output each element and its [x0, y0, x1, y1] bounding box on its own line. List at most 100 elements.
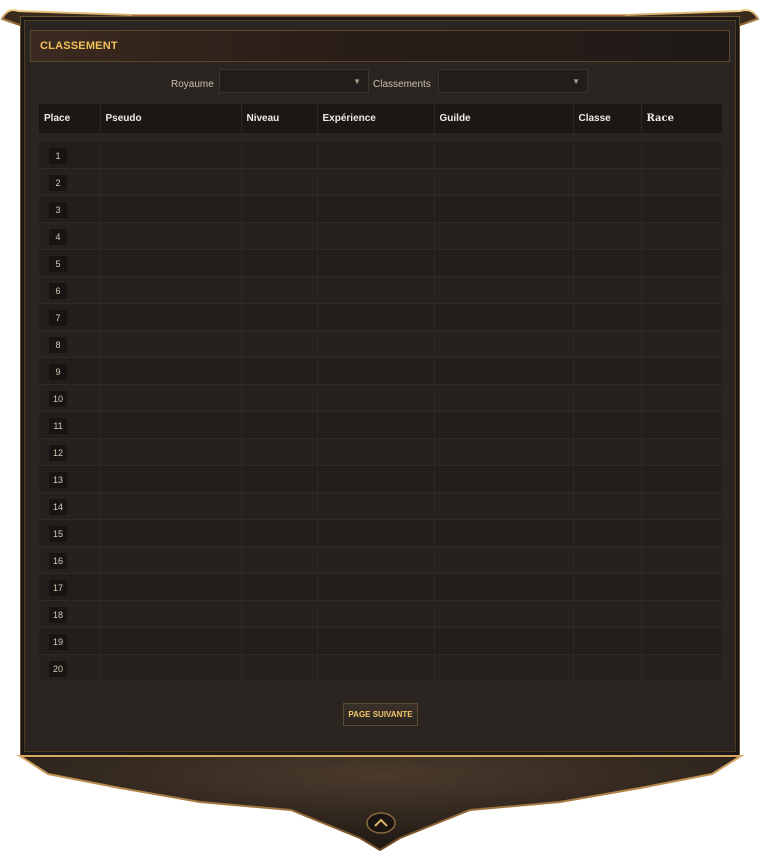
- place-number: 13: [49, 472, 67, 488]
- chevron-down-icon: ▼: [572, 77, 580, 86]
- col-header-experience[interactable]: Expérience: [317, 104, 435, 142]
- table-cell: [641, 411, 722, 439]
- table-cell: [317, 411, 435, 439]
- table-cell: [317, 330, 435, 358]
- table-cell: [100, 168, 242, 196]
- place-number: 2: [49, 175, 67, 191]
- place-cell: 12: [39, 438, 101, 466]
- table-cell: [434, 654, 574, 681]
- table-cell: [241, 195, 318, 223]
- place-number: 19: [49, 634, 67, 650]
- table-cell: [434, 276, 574, 304]
- table-cell: [241, 519, 318, 547]
- col-header-pseudo[interactable]: Pseudo: [100, 104, 242, 142]
- table-cell: [573, 546, 642, 574]
- table-cell: [434, 303, 574, 331]
- place-cell: 7: [39, 303, 101, 331]
- table-cell: [573, 573, 642, 601]
- col-header-level[interactable]: Niveau: [241, 104, 318, 142]
- next-page-button[interactable]: PAGE SUIVANTE: [343, 703, 418, 726]
- table-cell: [100, 600, 242, 628]
- table-row[interactable]: 14: [39, 492, 722, 520]
- place-cell: 14: [39, 492, 101, 520]
- table-row[interactable]: 19: [39, 627, 722, 655]
- place-number: 10: [49, 391, 67, 407]
- scroll-top-button[interactable]: [366, 812, 396, 834]
- table-cell: [100, 627, 242, 655]
- table-row[interactable]: 12: [39, 438, 722, 466]
- col-header-class[interactable]: Classe: [573, 104, 642, 142]
- table-cell: [317, 249, 435, 277]
- place-number: 11: [49, 418, 67, 434]
- table-cell: [241, 465, 318, 493]
- table-cell: [241, 222, 318, 250]
- place-number: 8: [49, 337, 67, 353]
- table-cell: [573, 627, 642, 655]
- table-cell: [434, 573, 574, 601]
- place-cell: 2: [39, 168, 101, 196]
- col-header-race[interactable]: Race: [641, 104, 722, 142]
- col-header-guild[interactable]: Guilde: [434, 104, 574, 142]
- bottom-ornament: [16, 755, 745, 852]
- table-cell: [317, 438, 435, 466]
- table-cell: [241, 330, 318, 358]
- table-cell: [317, 195, 435, 223]
- table-cell: [100, 249, 242, 277]
- table-row[interactable]: 10: [39, 384, 722, 412]
- table-cell: [573, 519, 642, 547]
- table-cell: [641, 546, 722, 574]
- place-number: 17: [49, 580, 67, 596]
- table-row[interactable]: 15: [39, 519, 722, 547]
- table-row[interactable]: 2: [39, 168, 722, 196]
- realm-select[interactable]: ▼: [219, 69, 369, 93]
- table-cell: [241, 627, 318, 655]
- place-cell: 11: [39, 411, 101, 439]
- table-row[interactable]: 16: [39, 546, 722, 574]
- place-number: 18: [49, 607, 67, 623]
- table-cell: [241, 546, 318, 574]
- table-cell: [100, 411, 242, 439]
- table-row[interactable]: 17: [39, 573, 722, 601]
- table-cell: [573, 411, 642, 439]
- table-cell: [317, 357, 435, 385]
- panel-header: CLASSEMENT: [30, 30, 730, 62]
- table-cell: [573, 357, 642, 385]
- table-row[interactable]: 13: [39, 465, 722, 493]
- table-row[interactable]: 11: [39, 411, 722, 439]
- table-cell: [434, 411, 574, 439]
- table-cell: [573, 249, 642, 277]
- table-cell: [573, 222, 642, 250]
- table-cell: [241, 600, 318, 628]
- table-row[interactable]: 20: [39, 654, 722, 681]
- table-row[interactable]: 9: [39, 357, 722, 385]
- table-row[interactable]: 1: [39, 137, 722, 169]
- table-row[interactable]: 8: [39, 330, 722, 358]
- col-header-place[interactable]: Place: [39, 104, 101, 142]
- ranking-table-body: 1 2 3 4 5 6 7 8 9 10 11 12 13 14 15 16 17 18 19 20: [39, 137, 722, 681]
- place-number: 5: [49, 256, 67, 272]
- table-row[interactable]: 18: [39, 600, 722, 628]
- ranking-label: Classements: [373, 79, 431, 90]
- table-cell: [100, 519, 242, 547]
- ranking-select[interactable]: ▼: [438, 69, 588, 93]
- table-cell: [241, 411, 318, 439]
- table-row[interactable]: 7: [39, 303, 722, 331]
- table-cell: [241, 168, 318, 196]
- place-cell: 16: [39, 546, 101, 574]
- table-cell: [434, 384, 574, 412]
- table-cell: [100, 384, 242, 412]
- table-row[interactable]: 4: [39, 222, 722, 250]
- table-cell: [100, 654, 242, 681]
- table-row[interactable]: 5: [39, 249, 722, 277]
- place-cell: 4: [39, 222, 101, 250]
- table-row[interactable]: 3: [39, 195, 722, 223]
- table-cell: [641, 438, 722, 466]
- place-number: 1: [49, 148, 67, 164]
- table-cell: [317, 384, 435, 412]
- table-row[interactable]: 6: [39, 276, 722, 304]
- ranking-table: Place Pseudo Niveau Expérience Guilde Cl…: [39, 104, 722, 681]
- place-number: 9: [49, 364, 67, 380]
- table-cell: [434, 492, 574, 520]
- table-cell: [241, 249, 318, 277]
- table-cell: [641, 222, 722, 250]
